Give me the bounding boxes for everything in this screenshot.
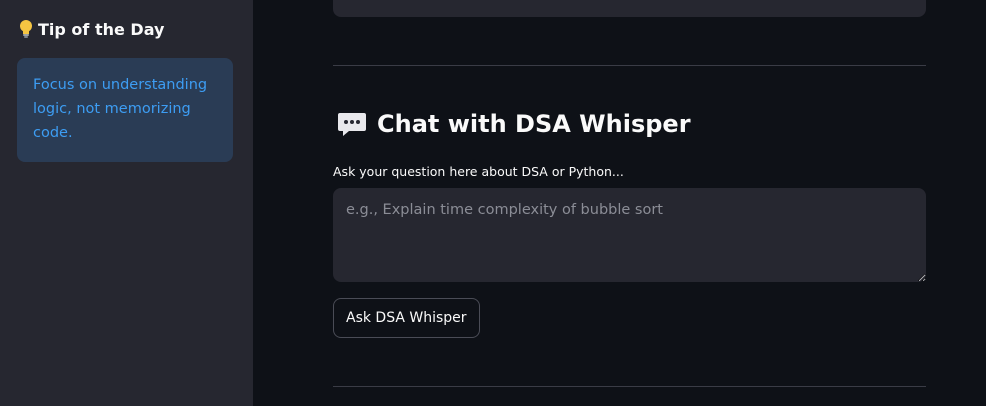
question-label: Ask your question here about DSA or Pyth… bbox=[333, 164, 624, 179]
question-input[interactable] bbox=[333, 188, 926, 282]
chat-title-text: Chat with DSA Whisper bbox=[377, 110, 691, 138]
divider-bottom bbox=[333, 386, 926, 387]
main-content: Chat with DSA Whisper Ask your question … bbox=[253, 0, 986, 406]
chat-section-title: Chat with DSA Whisper bbox=[337, 110, 691, 138]
tip-title: Tip of the Day bbox=[38, 19, 165, 39]
speech-bubble-icon bbox=[337, 110, 367, 138]
tip-text: Focus on understanding logic, not memori… bbox=[33, 77, 208, 141]
lightbulb-icon bbox=[18, 19, 34, 39]
app-window: Tip of the Day Focus on understanding lo… bbox=[0, 0, 986, 406]
divider-top bbox=[333, 65, 926, 66]
previous-card bbox=[333, 0, 926, 17]
sidebar: Tip of the Day Focus on understanding lo… bbox=[0, 0, 253, 406]
ask-dsa-whisper-button[interactable]: Ask DSA Whisper bbox=[333, 298, 480, 338]
tip-box: Focus on understanding logic, not memori… bbox=[17, 58, 233, 162]
tip-header: Tip of the Day bbox=[18, 19, 164, 39]
